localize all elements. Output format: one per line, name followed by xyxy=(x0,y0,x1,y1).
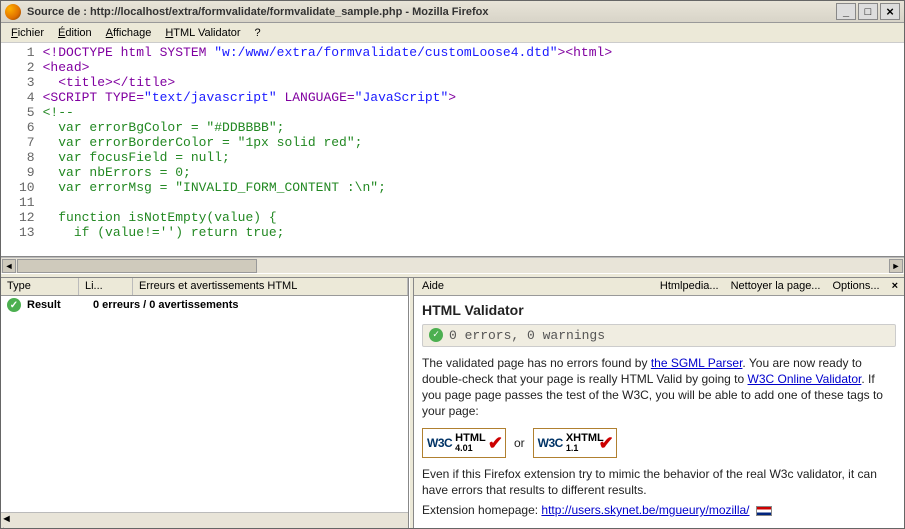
sgml-parser-link[interactable]: the SGML Parser xyxy=(651,356,743,370)
col-message[interactable]: Erreurs et avertissements HTML xyxy=(133,278,408,295)
source-view[interactable]: 12345678910111213 <!DOCTYPE html SYSTEM … xyxy=(1,43,904,257)
checkmark-icon: ✔ xyxy=(599,433,614,454)
validator-title: HTML Validator xyxy=(422,302,896,318)
help-close-icon[interactable]: × xyxy=(886,278,904,294)
result-message: 0 erreurs / 0 avertissements xyxy=(93,299,239,311)
titlebar: Source de : http://localhost/extra/formv… xyxy=(1,1,904,23)
line-gutter: 12345678910111213 xyxy=(1,45,43,240)
check-icon: ✓ xyxy=(7,298,21,312)
htmlpedia-link[interactable]: Htmlpedia... xyxy=(654,278,725,294)
check-icon: ✓ xyxy=(429,328,443,342)
help-pane-header: Aide Htmlpedia... Nettoyer la page... Op… xyxy=(414,278,904,296)
errors-pane: Type Li... Erreurs et avertissements HTM… xyxy=(1,278,409,528)
validator-paragraph-3: Extension homepage: http://users.skynet.… xyxy=(422,502,896,518)
or-label: or xyxy=(514,436,525,450)
menubar: Fichier Édition Affichage HTML Validator… xyxy=(1,23,904,43)
w3c-html401-badge[interactable]: W3C HTML4.01 ✔ xyxy=(422,428,506,458)
checkmark-icon: ✔ xyxy=(488,433,503,454)
scroll-right-icon[interactable]: ► xyxy=(1,525,408,528)
errors-horizontal-scrollbar[interactable]: ◄ ► xyxy=(1,512,408,528)
validator-paragraph-1: The validated page has no errors found b… xyxy=(422,355,896,420)
scroll-left-icon[interactable]: ◄ xyxy=(2,259,16,273)
col-line[interactable]: Li... xyxy=(79,278,133,295)
source-horizontal-scrollbar[interactable]: ◄ ► xyxy=(1,257,904,273)
result-row[interactable]: ✓ Result 0 erreurs / 0 avertissements xyxy=(1,296,408,314)
extension-homepage-link[interactable]: http://users.skynet.be/mgueury/mozilla/ xyxy=(541,503,749,517)
maximize-button[interactable]: □ xyxy=(858,3,878,20)
firefox-icon xyxy=(5,4,21,20)
scrollbar-thumb[interactable] xyxy=(17,259,257,273)
source-code[interactable]: <!DOCTYPE html SYSTEM "w:/www/extra/form… xyxy=(43,45,613,240)
help-pane: Aide Htmlpedia... Nettoyer la page... Op… xyxy=(414,278,904,528)
errors-table-header: Type Li... Erreurs et avertissements HTM… xyxy=(1,278,408,296)
result-type: Result xyxy=(27,299,87,311)
menu-edit[interactable]: Édition xyxy=(52,25,98,41)
status-text: 0 errors, 0 warnings xyxy=(449,328,605,343)
w3c-online-validator-link[interactable]: W3C Online Validator xyxy=(748,372,862,386)
minimize-button[interactable]: _ xyxy=(836,3,856,20)
scroll-right-icon[interactable]: ► xyxy=(889,259,903,273)
uk-flag-icon xyxy=(756,506,772,516)
validator-paragraph-2: Even if this Firefox extension try to mi… xyxy=(422,466,896,498)
clean-page-link[interactable]: Nettoyer la page... xyxy=(725,278,827,294)
window-title: Source de : http://localhost/extra/formv… xyxy=(27,6,836,18)
col-type[interactable]: Type xyxy=(1,278,79,295)
options-link[interactable]: Options... xyxy=(826,278,885,294)
menu-file[interactable]: Fichier xyxy=(5,25,50,41)
scroll-left-icon[interactable]: ◄ xyxy=(1,513,408,525)
close-button[interactable]: × xyxy=(880,3,900,20)
help-label: Aide xyxy=(414,278,654,294)
menu-view[interactable]: Affichage xyxy=(100,25,158,41)
menu-help[interactable]: ? xyxy=(249,25,267,41)
w3c-xhtml11-badge[interactable]: W3C XHTML1.1 ✔ xyxy=(533,428,617,458)
validator-status: ✓ 0 errors, 0 warnings xyxy=(422,324,896,347)
menu-html-validator[interactable]: HTML Validator xyxy=(159,25,246,41)
